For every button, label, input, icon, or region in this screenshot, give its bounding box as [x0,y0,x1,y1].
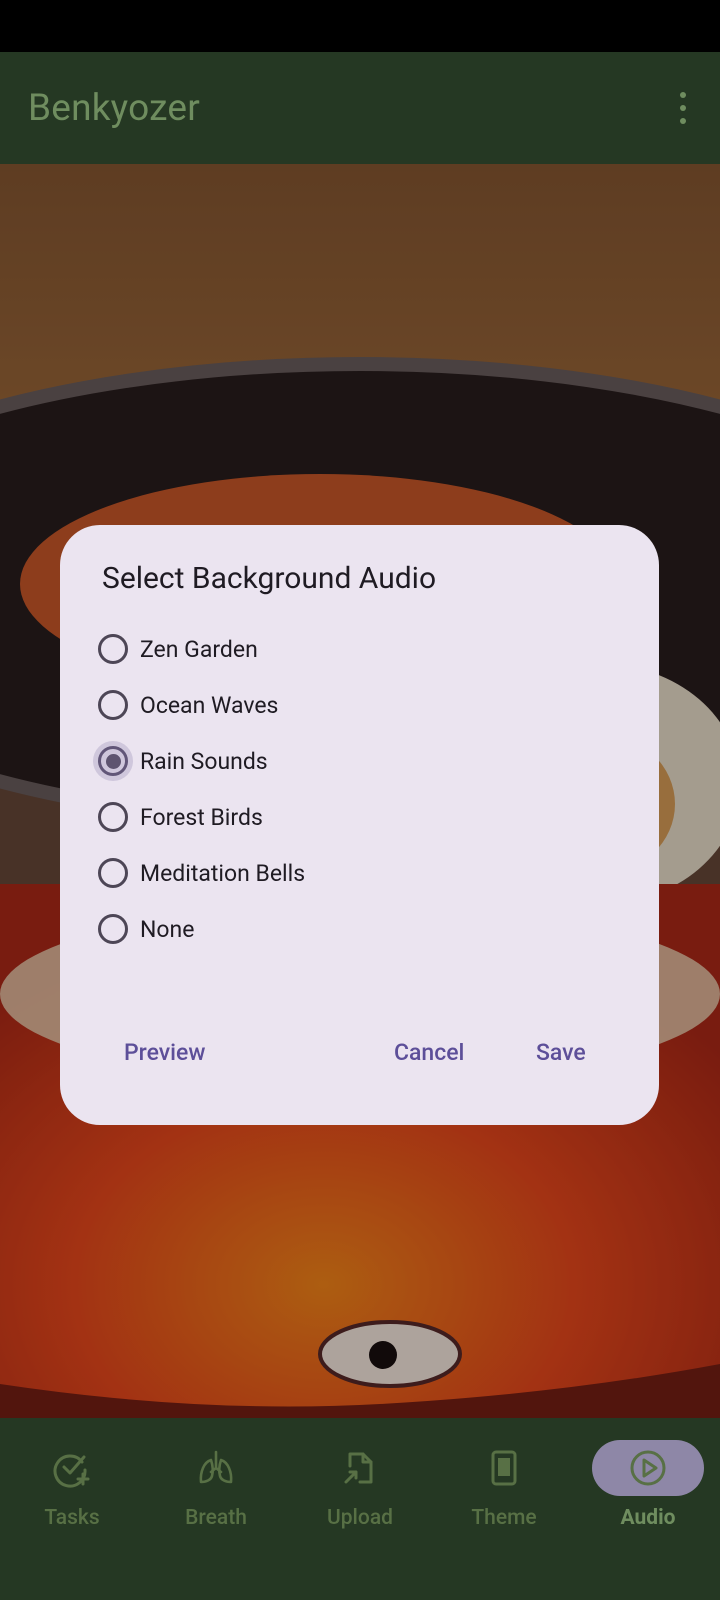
app-title: Benkyozer [28,86,200,130]
audio-option-zen-garden[interactable]: Zen Garden [96,621,305,677]
nav-item-breath[interactable]: Breath [144,1418,288,1600]
select-audio-dialog: Select Background Audio Zen Garden Ocean… [60,525,659,1125]
radio-button[interactable] [98,914,128,944]
nav-item-audio[interactable]: Audio [576,1418,720,1600]
option-label: Ocean Waves [140,691,279,719]
play-circle-icon [592,1440,704,1496]
save-button[interactable]: Save [536,1039,586,1066]
option-label: Rain Sounds [140,747,268,775]
option-label: Meditation Bells [140,859,306,887]
option-label: Forest Birds [140,803,263,831]
nav-item-theme[interactable]: Theme [432,1418,576,1600]
nav-label: Tasks [44,1506,100,1530]
file-upload-icon [304,1440,416,1496]
status-bar [0,0,720,52]
top-app-bar: Benkyozer [0,52,720,164]
option-label: Zen Garden [140,635,258,663]
radio-button[interactable] [98,690,128,720]
nav-label: Upload [327,1506,393,1530]
more-options-icon[interactable] [676,92,690,124]
audio-option-meditation-bells[interactable]: Meditation Bells [96,845,305,901]
dialog-title: Select Background Audio [102,561,437,596]
radio-button[interactable] [98,802,128,832]
preview-button[interactable]: Preview [124,1039,205,1066]
audio-option-rain-sounds[interactable]: Rain Sounds [93,733,305,789]
dialog-actions: Preview Cancel Save [60,1027,659,1083]
nav-item-upload[interactable]: Upload [288,1418,432,1600]
option-label: None [140,915,195,943]
radio-button[interactable] [98,634,128,664]
radio-button[interactable] [98,858,128,888]
nav-item-tasks[interactable]: Tasks [0,1418,144,1600]
radio-button-selected[interactable] [93,741,133,781]
theme-icon [448,1440,560,1496]
lungs-icon [160,1440,272,1496]
task-add-icon [16,1440,128,1496]
audio-option-ocean-waves[interactable]: Ocean Waves [96,677,305,733]
audio-options-list: Zen Garden Ocean Waves Rain Sounds Fores… [93,621,305,957]
bottom-navigation: Tasks Breath Upload Theme Audio [0,1418,720,1600]
cancel-button[interactable]: Cancel [394,1039,464,1066]
audio-option-none[interactable]: None [96,901,305,957]
nav-label: Breath [185,1506,247,1530]
nav-label: Theme [471,1506,537,1530]
nav-label: Audio [620,1506,676,1530]
audio-option-forest-birds[interactable]: Forest Birds [96,789,305,845]
